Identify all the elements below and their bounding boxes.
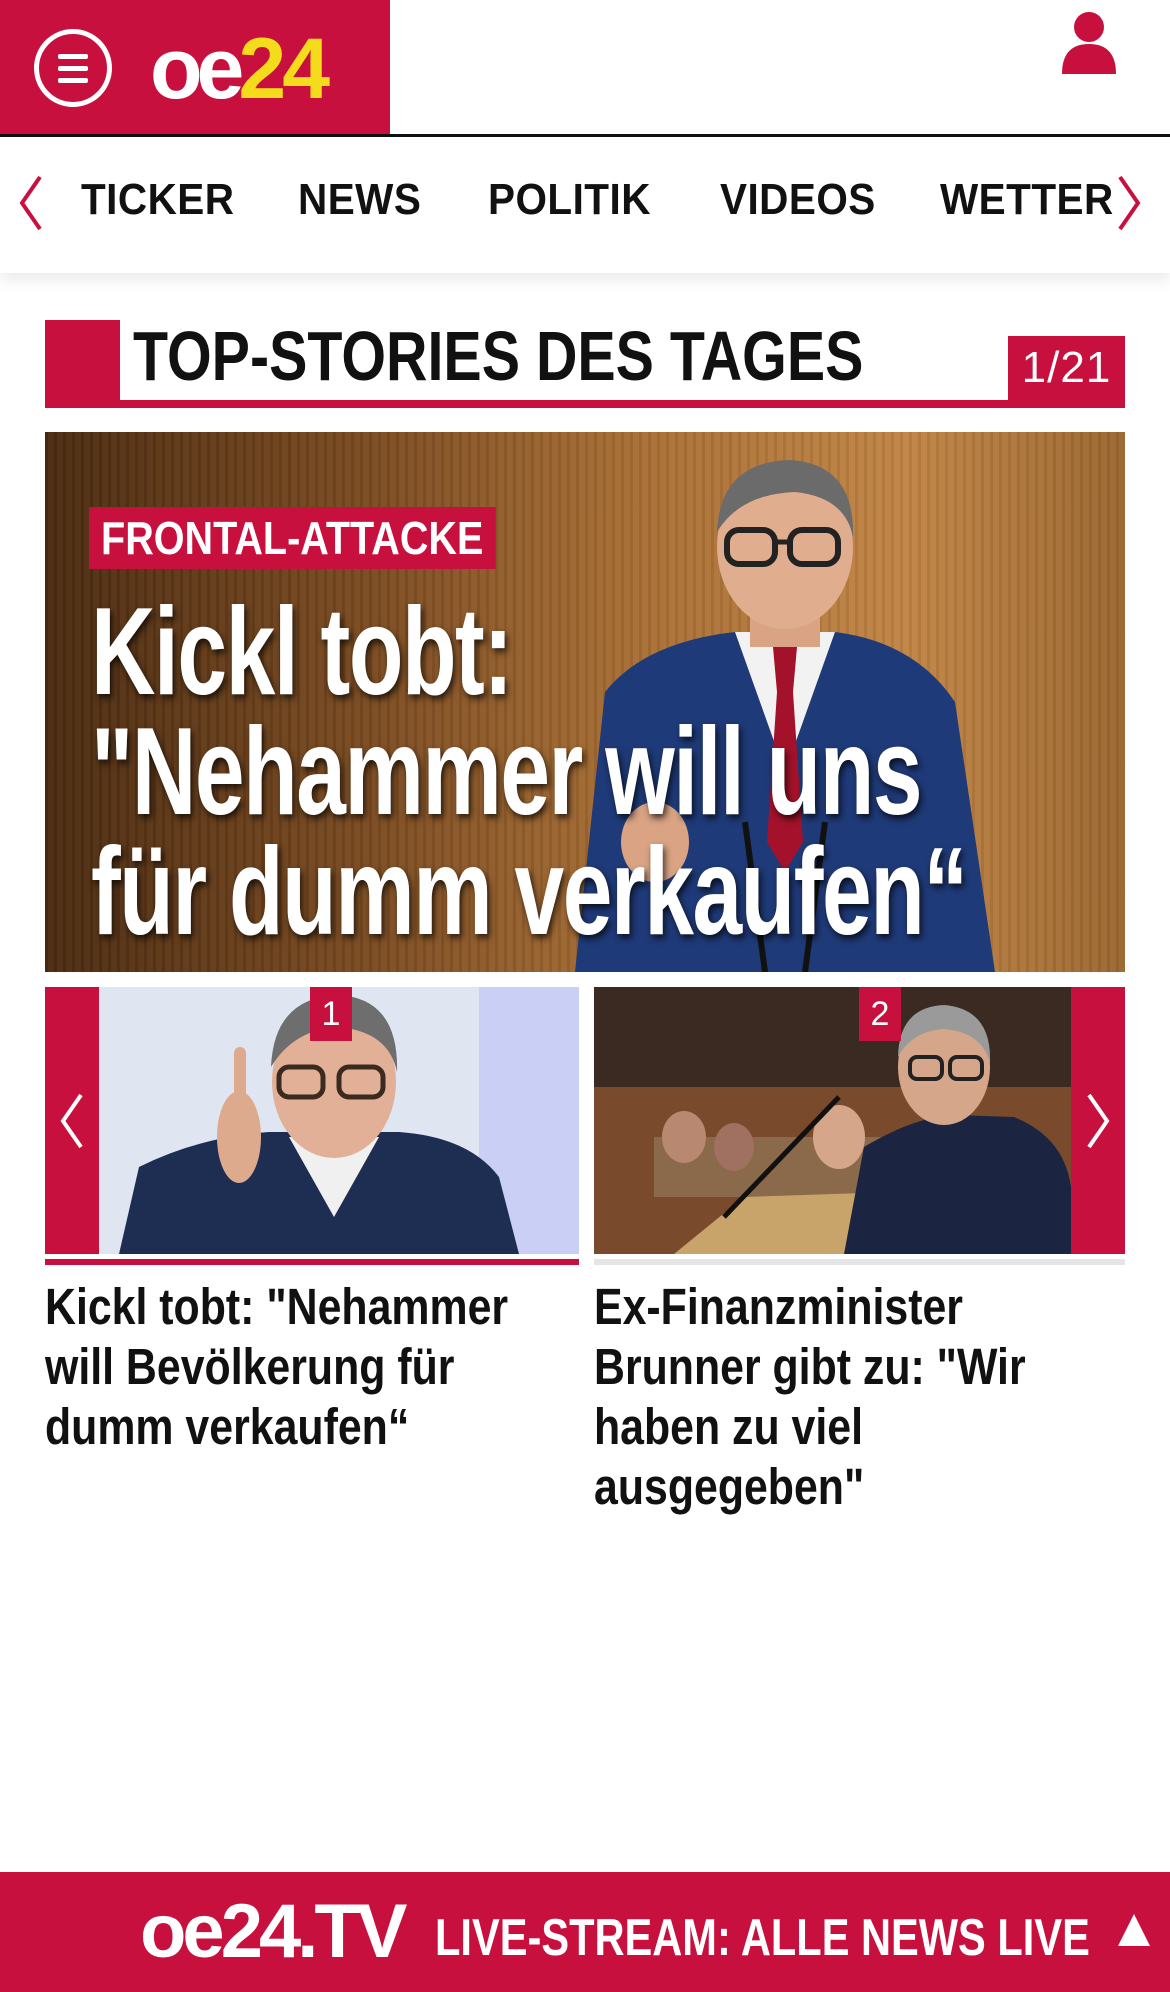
carousel-prev-button[interactable]: [45, 987, 99, 1254]
story-counter: 1/21: [1008, 336, 1125, 400]
brand-block: oe24: [0, 0, 390, 134]
site-header: oe24: [0, 0, 1170, 137]
hamburger-menu-icon[interactable]: [34, 29, 112, 107]
nav-item-news[interactable]: NEWS: [298, 175, 421, 225]
site-logo[interactable]: oe24: [150, 20, 330, 117]
story-card-1-title[interactable]: Kickl tobt: "Nehammer will Bevölkerung f…: [45, 1277, 566, 1457]
user-icon[interactable]: [1060, 10, 1118, 74]
chevron-right-icon[interactable]: [1114, 173, 1144, 233]
hero-headline-line: "Nehammer will uns: [91, 703, 923, 841]
story-card-1-active-bar: [45, 1259, 579, 1265]
live-stream-bar[interactable]: oe24.TV LIVE-STREAM: ALLE NEWS LIVE: [0, 1872, 1170, 1992]
section-heading: TOP-STORIES DES TAGES 1/21: [45, 317, 1125, 408]
hero-headline-line: Kickl tobt:: [91, 583, 513, 721]
oe24-tv-logo: oe24.TV: [140, 1889, 407, 1974]
story-card-2-title[interactable]: Ex-Finanzminister Brunner gibt zu: "Wir …: [594, 1277, 1115, 1517]
logo-24: 24: [238, 21, 330, 117]
story-card-2-bar: [594, 1259, 1125, 1265]
nav-item-wetter[interactable]: WETTER: [940, 175, 1114, 225]
section-title: TOP-STORIES DES TAGES: [133, 317, 864, 395]
logo-oe: oe: [150, 21, 244, 117]
story-card-1-number: 1: [310, 987, 352, 1041]
story-card-2-number: 2: [859, 987, 901, 1041]
chevron-left-icon: [60, 1093, 83, 1149]
hero-headline: Kickl tobt: "Nehammer will uns für dumm …: [91, 583, 968, 961]
nav-item-politik[interactable]: POLITIK: [488, 175, 651, 225]
hero-headline-line: für dumm verkaufen“: [91, 823, 968, 961]
category-nav: TICKER NEWS POLITIK VIDEOS WETTER: [0, 137, 1170, 273]
section-heading-marker: [45, 320, 120, 408]
arrow-up-icon[interactable]: [1116, 1912, 1152, 1948]
live-stream-label: LIVE-STREAM: ALLE NEWS LIVE: [435, 1909, 1090, 1967]
nav-item-ticker[interactable]: TICKER: [81, 175, 234, 225]
carousel-next-button[interactable]: [1071, 987, 1125, 1254]
chevron-right-icon: [1087, 1093, 1110, 1149]
nav-item-videos[interactable]: VIDEOS: [720, 175, 876, 225]
story-card-2-photo: [594, 987, 1071, 1254]
hero-story[interactable]: FRONTAL-ATTACKE Kickl tobt: "Nehammer wi…: [45, 432, 1125, 972]
chevron-left-icon[interactable]: [16, 173, 46, 233]
hero-kicker: FRONTAL-ATTACKE: [89, 507, 496, 569]
section-heading-underline: [45, 400, 1125, 408]
